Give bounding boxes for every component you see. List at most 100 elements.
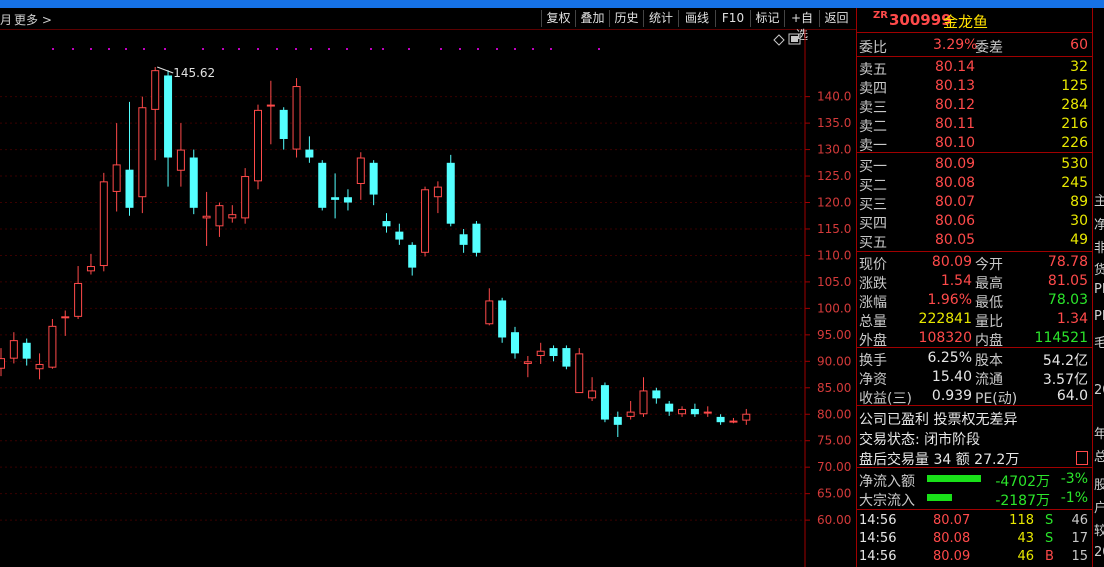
quote-panel: ZR 300999 金龙鱼 委比 3.29% 委差 60 卖五 80.14 32 卖四… <box>856 8 1092 567</box>
toolbar-button-7[interactable]: +自选 <box>784 10 819 42</box>
candle-body <box>35 363 44 370</box>
ask-row: 卖一 80.10 226 <box>857 134 1092 154</box>
y-tick-label: 105.0 <box>817 275 851 289</box>
divider <box>857 405 1092 406</box>
bid-row: 买四 80.06 30 <box>857 212 1092 232</box>
candle-body <box>588 390 597 399</box>
flow-label: 净流入额 <box>859 474 915 490</box>
bid-label: 买五 <box>859 235 887 251</box>
candle-body <box>202 215 211 219</box>
y-tick-label: 60.00 <box>817 513 851 527</box>
candle-body <box>48 325 57 368</box>
flow-row: 净流入额 -4702万 -3% <box>857 470 1092 490</box>
stat-label: 总量 <box>859 314 887 330</box>
marker-dot <box>143 48 145 50</box>
stat-label: 净资 <box>859 372 887 388</box>
more-menu[interactable]: 更多 > <box>14 11 52 28</box>
committee-ratio-value: 3.29% <box>933 37 978 53</box>
marker-dot <box>257 48 259 50</box>
marker-dot <box>72 48 74 50</box>
candle-body <box>729 420 738 423</box>
stat-row: 收益(三) 0.939 PE(动) 64.0 <box>857 387 1092 407</box>
candle-body <box>292 86 301 150</box>
marker-dot <box>276 48 278 50</box>
bid-row: 买二 80.08 245 <box>857 174 1092 194</box>
toolbar-button-6[interactable]: 标记 <box>750 10 784 27</box>
candlestick-chart: 140.0 135.0 130.0 125.0 120.0 115.0 110.0 105.0… <box>0 30 851 567</box>
candle-body <box>151 70 160 110</box>
note-row: 公司已盈利 投票权无差异 <box>857 408 1092 428</box>
stock-name: 金龙鱼 <box>943 13 989 31</box>
stat-value: 6.25% <box>927 350 972 366</box>
ask-row: 卖三 80.12 284 <box>857 96 1092 116</box>
candle-body <box>125 169 134 208</box>
candle-body <box>472 223 481 253</box>
candle-body <box>523 361 532 364</box>
candle-body <box>433 186 442 198</box>
right-strip-label: 主 <box>1094 190 1104 209</box>
candle <box>549 345 558 362</box>
candle <box>652 387 661 404</box>
tick-side: B <box>1045 549 1054 564</box>
period-label[interactable]: 月 <box>0 11 12 28</box>
tick-side: S <box>1045 513 1054 528</box>
stat-row: 外盘 108320 内盘 114521 <box>857 329 1092 349</box>
tick-count: 17 <box>1071 531 1088 546</box>
candle <box>125 101 134 216</box>
tick-row: 14:56 80.07 118 S 46 <box>857 512 1092 531</box>
stat-value: 78.78 <box>1047 254 1088 270</box>
tick-volume: 43 <box>1017 531 1034 546</box>
window-icon-fill <box>791 36 798 42</box>
candle-body <box>665 403 674 412</box>
stat-label: 涨跌 <box>859 276 887 292</box>
candle-body <box>408 244 417 268</box>
toolbar-button-1[interactable]: 叠加 <box>575 10 609 27</box>
y-tick-label: 80.00 <box>817 407 851 421</box>
candle-body <box>9 340 18 359</box>
marker-dot <box>477 48 479 50</box>
bid-price: 80.08 <box>935 175 976 191</box>
toolbar-button-0[interactable]: 复权 <box>541 10 575 27</box>
right-strip-label: 股 <box>1094 474 1104 493</box>
tick-time: 14:56 <box>859 549 897 564</box>
diamond-icon[interactable] <box>773 34 785 46</box>
candle-body <box>61 316 70 319</box>
candle <box>318 160 327 211</box>
candle-body <box>189 157 198 208</box>
marker-dot <box>164 48 166 50</box>
candle <box>716 414 725 425</box>
toolbar-button-2[interactable]: 历史 <box>609 10 643 27</box>
chart-toolbar: 月 更多 > 复权 叠加 历史 统计 画线 F10 标记 +自选 返回 <box>0 8 856 42</box>
stat-value: 222841 <box>918 311 972 327</box>
candle <box>48 318 57 369</box>
ask-price: 80.10 <box>935 135 976 151</box>
stat-label: 流通 <box>975 372 1003 388</box>
chevron-right-icon: > <box>38 13 52 27</box>
marker-dot <box>222 48 224 50</box>
right-strip-label: PI <box>1094 282 1104 297</box>
marker-dot <box>238 48 240 50</box>
tick-volume: 46 <box>1017 549 1034 564</box>
stat-value: 1.96% <box>927 292 972 308</box>
candle <box>703 406 712 417</box>
candle <box>588 377 597 402</box>
candle <box>511 326 519 359</box>
toolbar-button-4[interactable]: 画线 <box>678 10 715 27</box>
stat-label: 涨幅 <box>859 295 887 311</box>
bar-chart-icon[interactable] <box>1076 451 1088 465</box>
toolbar-button-8[interactable]: 返回 <box>819 10 853 27</box>
candle-body <box>716 416 725 423</box>
candle <box>639 377 648 417</box>
toolbar-button-5[interactable]: F10 <box>715 10 750 27</box>
right-info-strip: 主净非货 PI PI 毛 20 年总股户较 20 <box>1092 8 1104 567</box>
right-strip-label: 20 <box>1094 383 1104 398</box>
divider <box>857 56 1092 57</box>
candle-body <box>575 353 584 394</box>
toolbar-button-3[interactable]: 统计 <box>643 10 678 27</box>
ask-volume: 32 <box>1070 59 1088 75</box>
candle-body <box>511 332 519 354</box>
candle <box>678 406 687 417</box>
company-note: 公司已盈利 投票权无差异 <box>859 412 1018 428</box>
right-strip-label: 货 <box>1094 259 1104 278</box>
bid-volume: 530 <box>1061 156 1088 172</box>
